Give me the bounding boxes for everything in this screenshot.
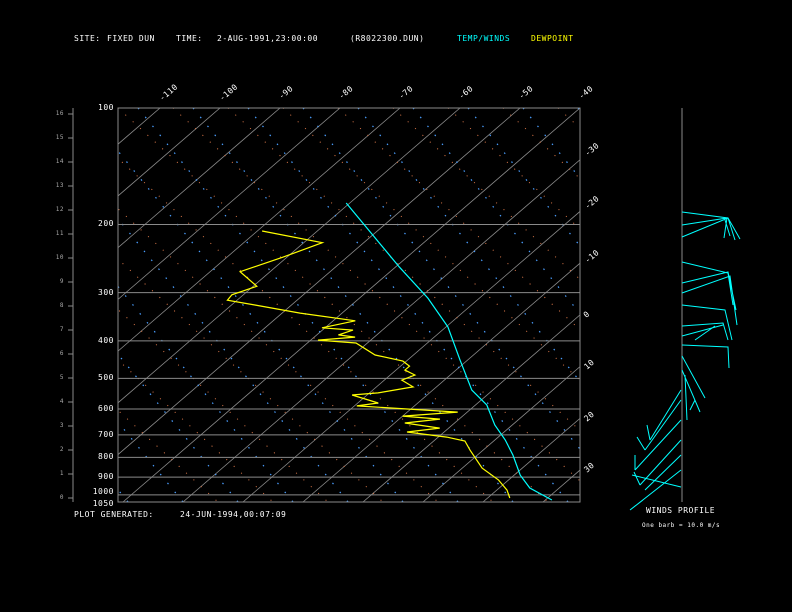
moist-adiabat — [743, 108, 792, 502]
dry-adiabat — [613, 108, 792, 502]
isotherm — [118, 108, 221, 197]
dry-adiabat — [337, 108, 580, 331]
moist-adiabat — [633, 108, 792, 502]
dry-adiabat — [778, 108, 792, 502]
dry-adiabat — [502, 108, 580, 180]
dry-adiabat — [172, 108, 580, 482]
moist-adiabat — [118, 217, 349, 502]
isotherm — [422, 366, 580, 502]
moist-adiabat — [118, 421, 184, 502]
dry-adiabat — [227, 108, 580, 432]
temperature-trace — [345, 202, 553, 501]
moist-adiabat — [467, 108, 580, 247]
isotherm — [118, 108, 521, 456]
isotherm — [118, 108, 161, 145]
dry-adiabat — [392, 108, 580, 281]
isotherm — [0, 108, 100, 502]
isotherm — [0, 108, 40, 502]
moist-adiabat — [522, 108, 580, 180]
isotherm — [362, 314, 580, 502]
isotherm — [118, 108, 461, 404]
dry-adiabat — [668, 108, 792, 502]
moist-adiabat — [688, 108, 792, 502]
isotherm — [302, 262, 580, 502]
moist-adiabat — [357, 108, 580, 383]
isotherm — [482, 417, 580, 502]
wind-barbs — [629, 211, 741, 511]
moist-adiabat — [192, 108, 514, 502]
isotherm — [118, 108, 341, 300]
dry-adiabat — [118, 157, 494, 502]
dry-adiabat — [447, 108, 580, 230]
dry-adiabat — [557, 108, 580, 129]
moist-adiabat — [118, 285, 294, 502]
dry-adiabat — [723, 108, 792, 502]
moist-adiabat — [137, 108, 459, 502]
background-lines — [0, 108, 792, 502]
isotherm — [242, 210, 580, 502]
dry-adiabat — [118, 409, 219, 502]
wind-profile — [629, 108, 741, 511]
dry-adiabat — [118, 108, 549, 502]
moist-adiabat — [118, 353, 239, 502]
isotherm — [122, 108, 580, 502]
skewt-chart — [0, 107, 792, 511]
isobars — [68, 113, 580, 499]
moist-adiabat — [247, 108, 569, 502]
moist-adiabat — [118, 488, 129, 502]
dry-adiabat — [282, 108, 580, 381]
dry-adiabat — [118, 308, 329, 502]
isotherm — [118, 108, 281, 249]
isotherm — [118, 108, 401, 352]
isotherm — [603, 108, 792, 502]
dewpoint-trace — [226, 230, 511, 499]
